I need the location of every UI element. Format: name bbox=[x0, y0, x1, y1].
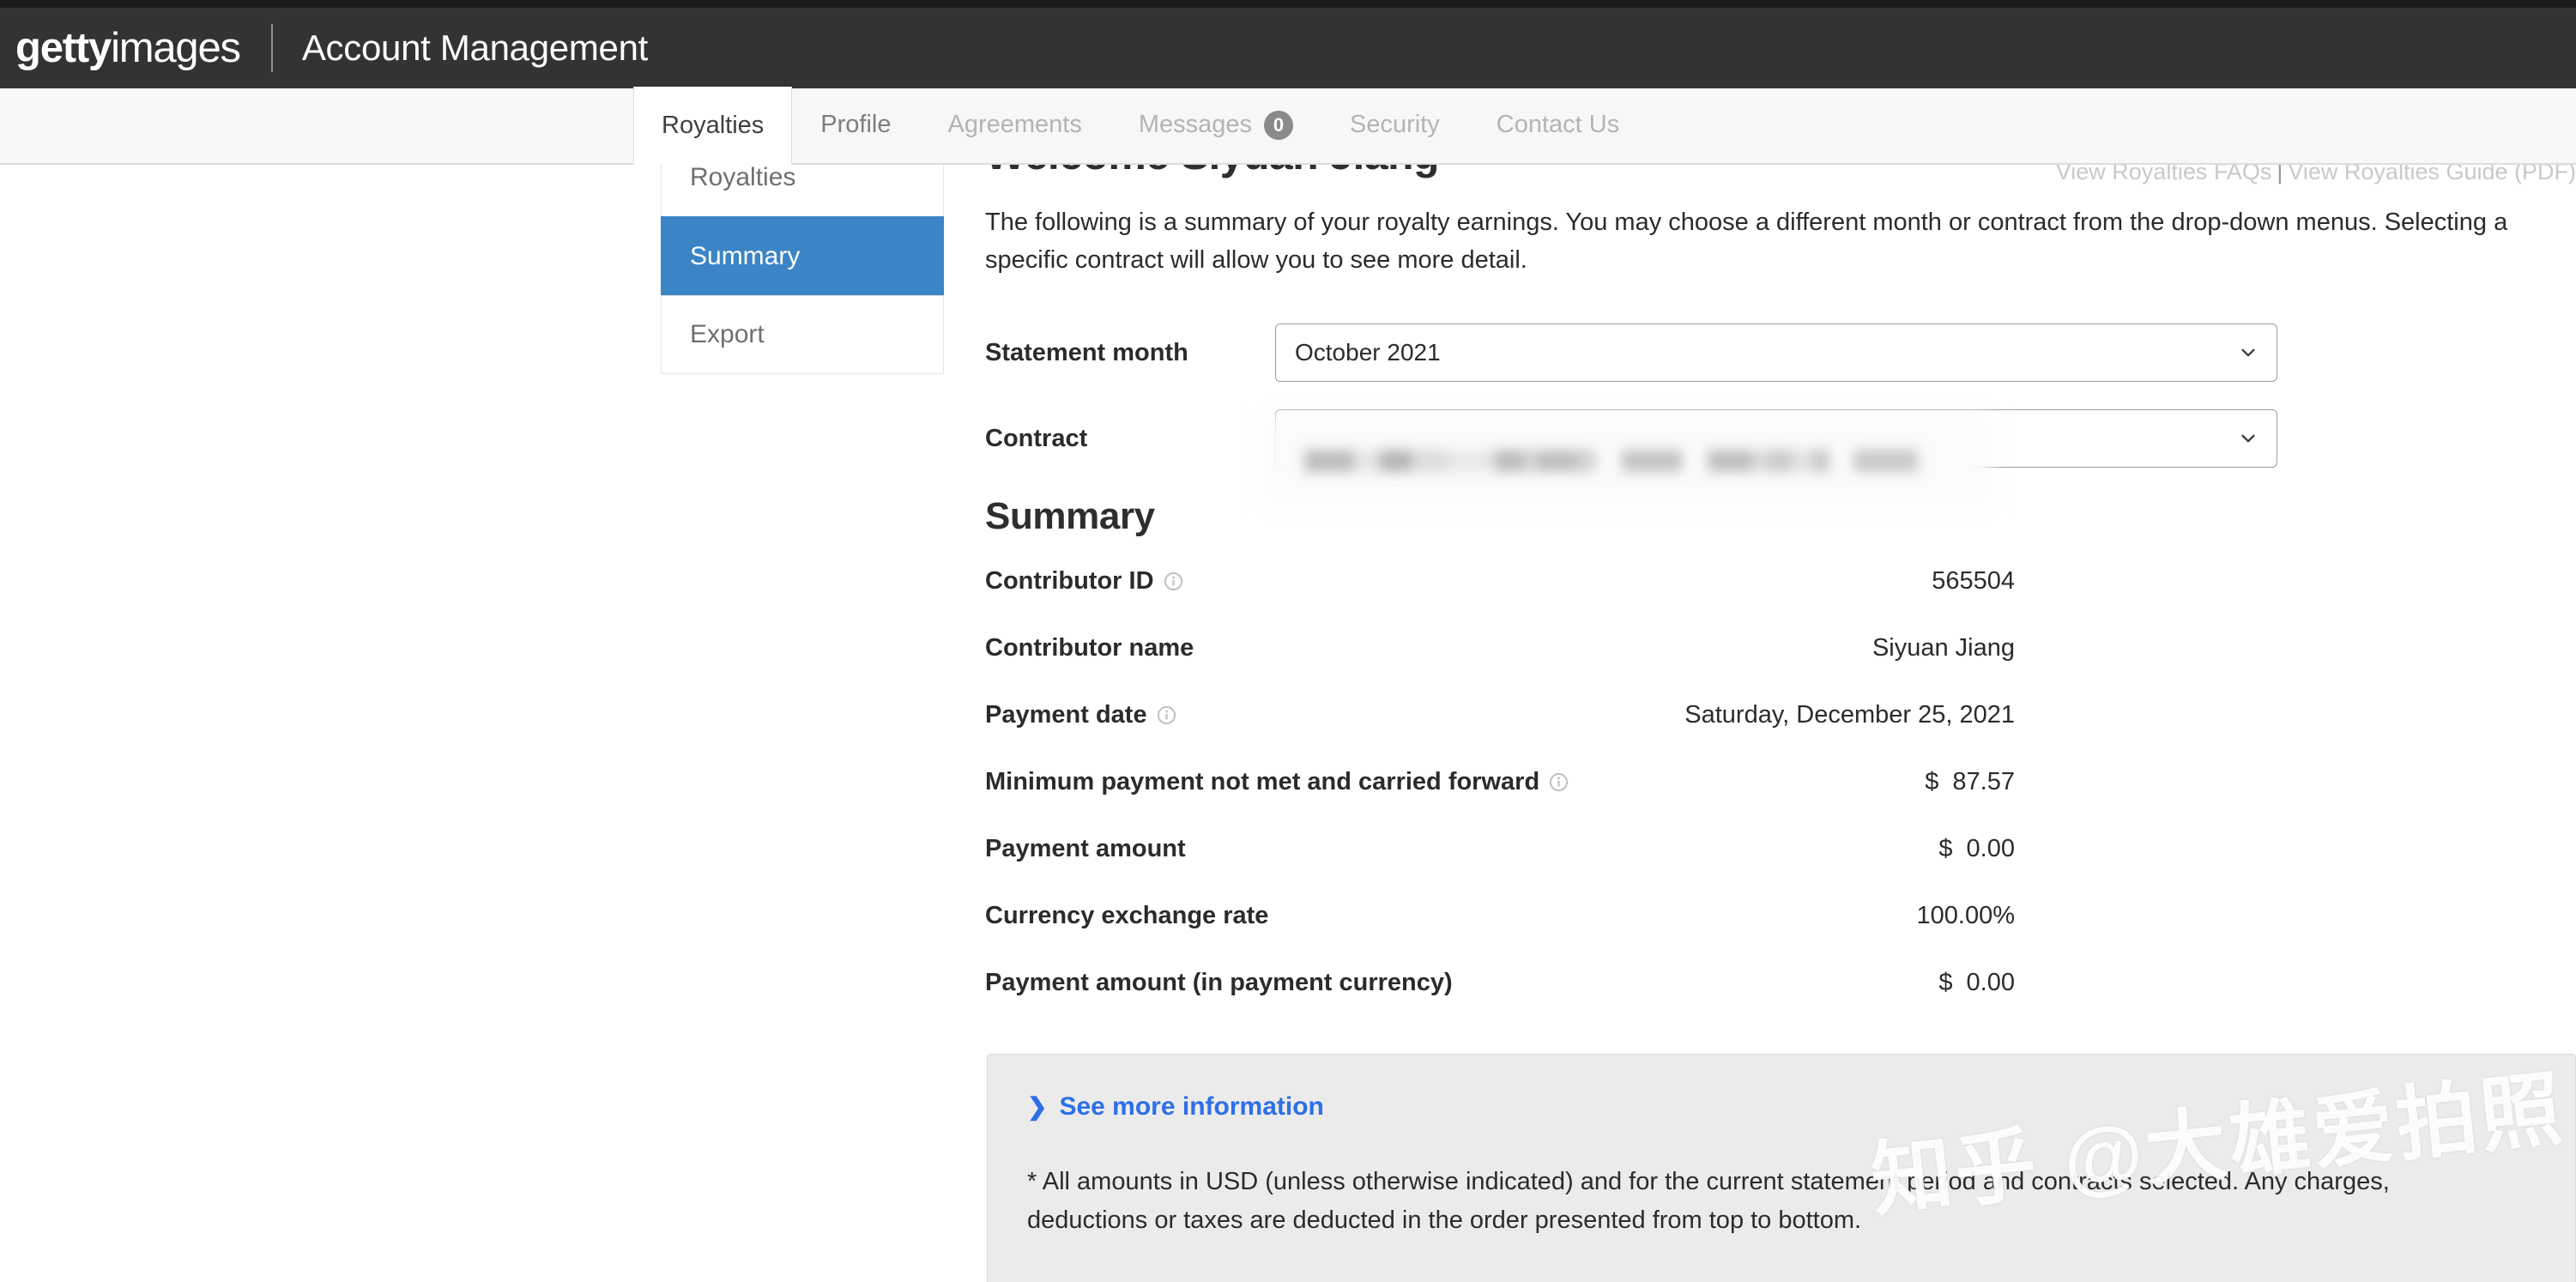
summary-label-contributor-id: Contributor ID bbox=[985, 567, 1183, 596]
tab-royalties[interactable]: Royalties bbox=[633, 87, 793, 165]
summary-label-minimum-payment: Minimum payment not met and carried forw… bbox=[985, 768, 1569, 796]
royalty-filter-form: Statement month October 2021 Contract bbox=[985, 315, 2576, 476]
getty-images-logo[interactable]: gettyimages bbox=[15, 24, 241, 71]
info-icon[interactable] bbox=[1164, 571, 1183, 591]
sidebar-item-export[interactable]: Export bbox=[661, 295, 944, 374]
chevron-down-icon bbox=[2241, 434, 2255, 443]
main-content: Welcome Siyuan Jiang The following is a … bbox=[985, 133, 2576, 1036]
tab-messages[interactable]: Messages 0 bbox=[1110, 87, 1321, 163]
table-row: Currency exchange rate 100.00% bbox=[985, 902, 2015, 969]
site-header: gettyimages Account Management bbox=[0, 8, 2576, 88]
statement-month-value: October 2021 bbox=[1295, 339, 1441, 366]
sidebar-item-summary-label: Summary bbox=[690, 241, 801, 270]
tabnav-left-spacer bbox=[0, 88, 633, 163]
primary-tab-nav: Royalties Profile Agreements Messages 0 … bbox=[0, 87, 2576, 165]
currency-symbol: $ bbox=[1938, 969, 1953, 997]
currency-symbol: $ bbox=[1938, 835, 1953, 863]
sidebar-item-summary[interactable]: Summary bbox=[661, 216, 944, 295]
window-top-strip bbox=[0, 0, 2576, 8]
see-more-information-link[interactable]: ❯ See more information bbox=[1027, 1092, 2536, 1122]
table-row: Minimum payment not met and carried forw… bbox=[985, 768, 2015, 835]
summary-label-payment-date: Payment date bbox=[985, 701, 1176, 729]
summary-value-contributor-name: Siyuan Jiang bbox=[1872, 634, 2015, 662]
tab-agreements-label: Agreements bbox=[947, 111, 1082, 138]
summary-value-payment-amount: $0.00 bbox=[1938, 835, 2015, 863]
table-row: Payment amount (in payment currency) $0.… bbox=[985, 969, 2015, 1036]
summary-heading: Summary bbox=[985, 495, 1155, 538]
tab-profile-label: Profile bbox=[820, 111, 892, 138]
summary-value-payment-amount-currency: $0.00 bbox=[1938, 969, 2015, 997]
summary-value-payment-date: Saturday, December 25, 2021 bbox=[1684, 701, 2015, 729]
page-root: gettyimages Account Management Royalties… bbox=[0, 0, 2576, 1282]
intro-paragraph: The following is a summary of your royal… bbox=[985, 209, 2508, 275]
app-title: Account Management bbox=[301, 27, 649, 68]
summary-value-currency-exchange-rate: 100.00% bbox=[1916, 902, 2016, 930]
logo-getty-text: getty bbox=[15, 24, 112, 71]
summary-label-contributor-name: Contributor name bbox=[985, 634, 1194, 662]
tab-agreements[interactable]: Agreements bbox=[919, 87, 1110, 163]
header-divider bbox=[270, 24, 273, 72]
royalties-sidebar: Royalties Summary Export bbox=[661, 137, 944, 374]
currency-symbol: $ bbox=[1925, 768, 1939, 796]
sidebar-item-royalties-label: Royalties bbox=[690, 162, 796, 191]
logo-images-text: images bbox=[111, 24, 241, 71]
messages-count-badge: 0 bbox=[1264, 110, 1294, 140]
summary-label-payment-amount: Payment amount bbox=[985, 835, 1186, 863]
amounts-disclaimer-note: * All amounts in USD (unless otherwise i… bbox=[1027, 1168, 2390, 1234]
statement-month-select[interactable]: October 2021 bbox=[1275, 324, 2277, 383]
table-row: Payment date Saturday, December 25, 2021 bbox=[985, 701, 2015, 768]
sidebar-item-export-label: Export bbox=[690, 320, 765, 348]
summary-label-payment-amount-currency: Payment amount (in payment currency) bbox=[985, 969, 1453, 997]
tab-royalties-label: Royalties bbox=[662, 112, 765, 139]
tab-security-label: Security bbox=[1350, 111, 1440, 138]
table-row: Contributor name Siyuan Jiang bbox=[985, 634, 2015, 701]
summary-table: Contributor ID 565504 Contributor name S… bbox=[985, 567, 2015, 1036]
see-more-information-label: See more information bbox=[1059, 1092, 1324, 1121]
summary-value-contributor-id: 565504 bbox=[1932, 567, 2015, 596]
more-information-panel: ❯ See more information * All amounts in … bbox=[987, 1054, 2576, 1282]
statement-month-label: Statement month bbox=[985, 338, 1188, 366]
chevron-right-icon: ❯ bbox=[1027, 1093, 1048, 1120]
tab-profile[interactable]: Profile bbox=[792, 87, 919, 163]
contract-row: Contract bbox=[985, 401, 2576, 476]
statement-month-row: Statement month October 2021 bbox=[985, 315, 2576, 390]
tab-contact-us-label: Contact Us bbox=[1496, 111, 1620, 138]
summary-value-minimum-payment: $87.57 bbox=[1925, 768, 2015, 796]
tab-contact-us[interactable]: Contact Us bbox=[1468, 87, 1648, 163]
summary-label-currency-exchange-rate: Currency exchange rate bbox=[985, 902, 1269, 930]
tab-security[interactable]: Security bbox=[1321, 87, 1468, 163]
table-row: Payment amount $0.00 bbox=[985, 835, 2015, 902]
tab-messages-label: Messages bbox=[1138, 111, 1253, 138]
contract-label: Contract bbox=[985, 424, 1088, 452]
chevron-down-icon bbox=[2241, 348, 2255, 357]
table-row: Contributor ID 565504 bbox=[985, 567, 2015, 634]
contract-row-divider bbox=[1309, 462, 1643, 463]
info-icon[interactable] bbox=[1157, 705, 1176, 725]
info-icon[interactable] bbox=[1549, 772, 1569, 792]
contract-select[interactable] bbox=[1275, 409, 2277, 469]
